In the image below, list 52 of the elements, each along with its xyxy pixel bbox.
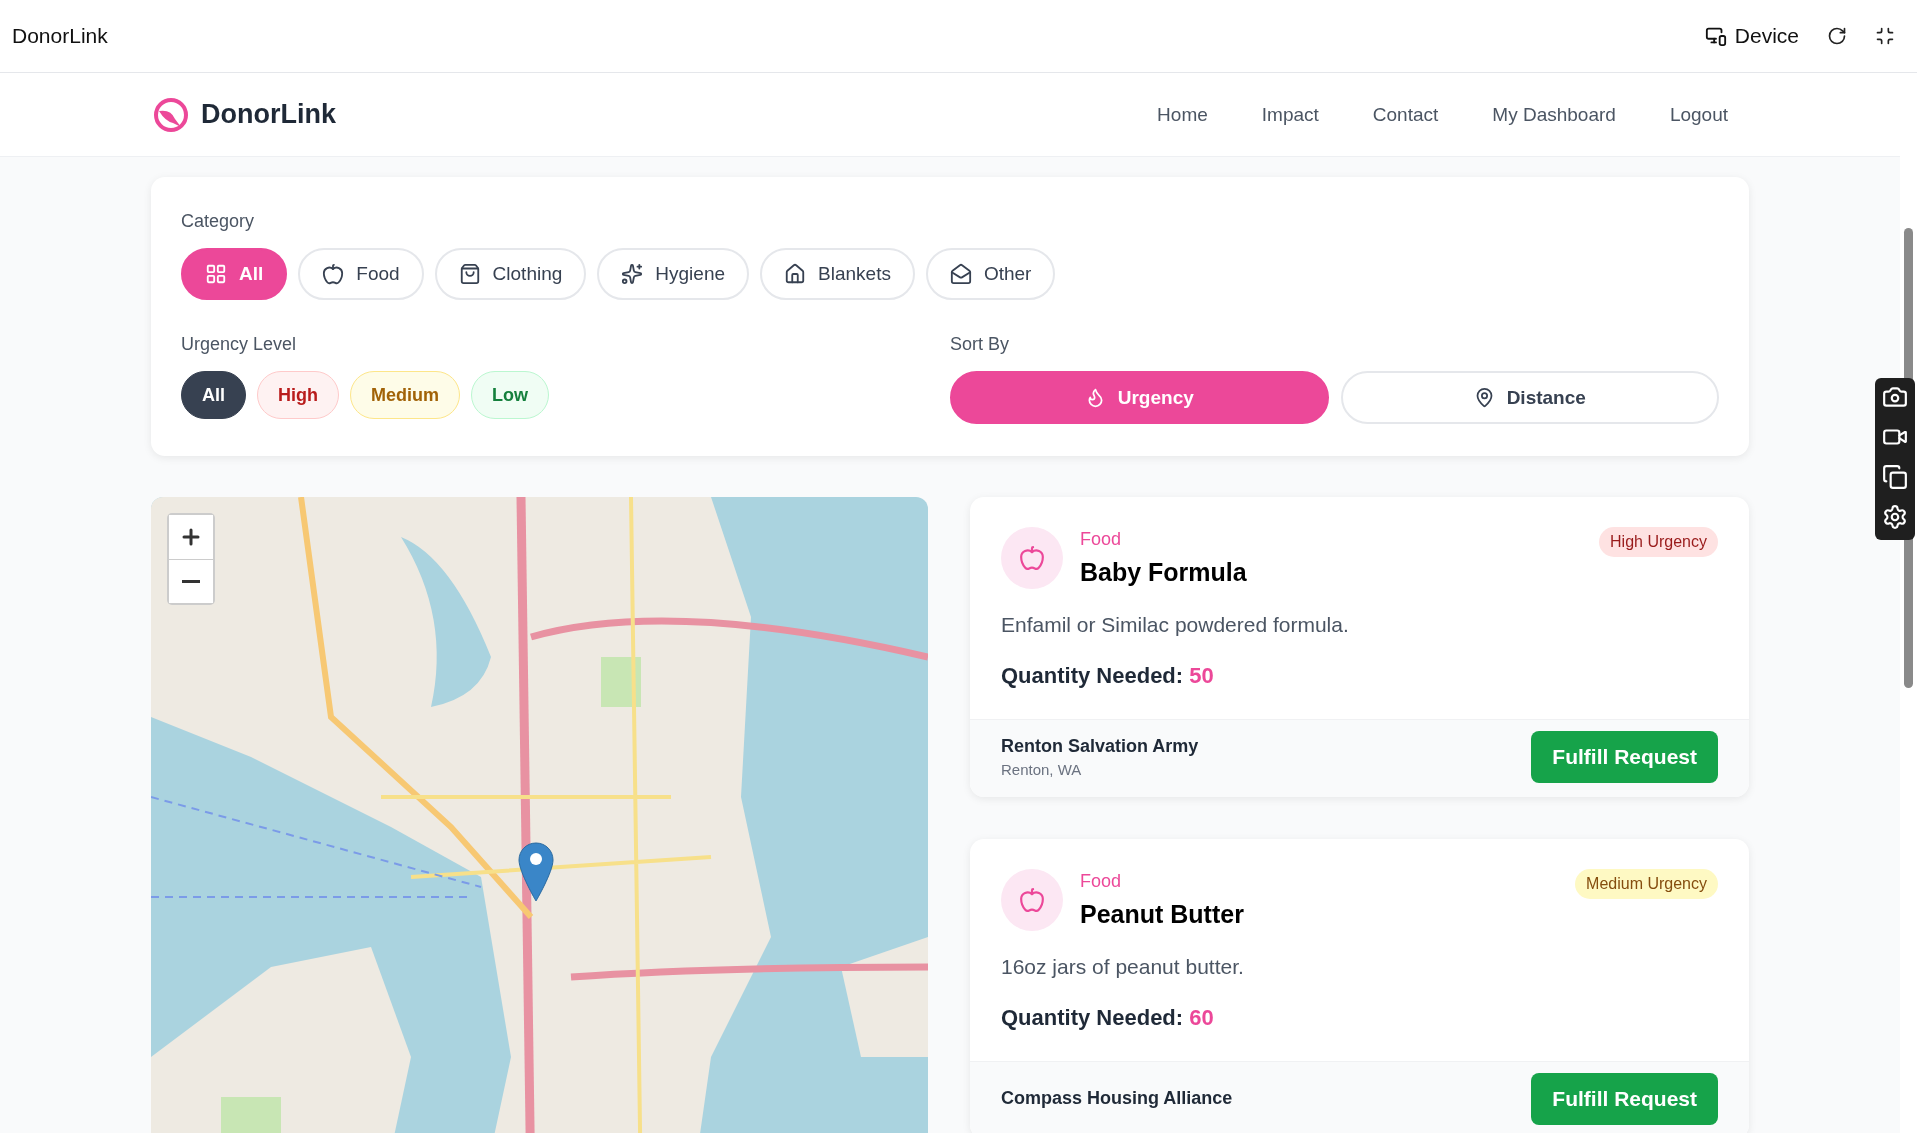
apple-icon [322,263,345,285]
organization-name: Compass Housing Alliance [1001,1088,1233,1109]
category-chip[interactable]: All [181,248,288,300]
nav-link[interactable]: Contact [1372,103,1439,126]
urgency-badge: Medium Urgency [1575,869,1718,899]
envelope-icon [949,263,972,285]
category-chip[interactable]: Hygiene [597,248,750,300]
nav-link[interactable]: My Dashboard [1492,103,1616,126]
nav-link[interactable]: Home [1157,103,1208,126]
category-label: Food [1080,871,1123,892]
urgency-chip[interactable]: High [257,371,339,419]
refresh-icon[interactable] [1827,26,1847,46]
category-chip[interactable]: Food [298,248,424,300]
category-chip[interactable]: Clothing [434,248,587,300]
sort-button[interactable]: Distance [1340,371,1719,424]
request-title: Peanut Butter [1080,900,1245,929]
filter-label: Sort By [950,334,1011,355]
urgency-chip[interactable]: Low [471,371,550,419]
grid-icon [205,263,227,285]
filter-label: Urgency Level [181,334,298,355]
nav-link[interactable]: Logout [1669,103,1728,126]
category-chip[interactable]: Other [925,248,1056,300]
request-title: Baby Formula [1080,558,1248,587]
filter-label: Category [181,211,256,232]
map-pin-icon[interactable] [518,842,554,902]
bag-icon [458,263,481,285]
device-button[interactable]: Device [1704,24,1799,48]
category-chip[interactable]: Blankets [760,248,915,300]
quantity-text: Quantity Needed: 50 [1001,663,1215,689]
nav-link[interactable]: Impact [1261,103,1319,126]
urgency-badge: High Urgency [1599,527,1718,557]
zoom-out-button[interactable] [169,559,213,603]
minimize-icon[interactable] [1875,26,1895,46]
settings-icon[interactable] [1882,504,1908,530]
sort-button[interactable]: Urgency [950,371,1329,424]
urgency-chip[interactable]: All [181,371,246,419]
camera-icon[interactable] [1882,384,1908,410]
house-icon [784,263,807,285]
minus-icon [182,580,200,583]
devices-icon [1704,25,1727,47]
request-description: 16oz jars of peanut butter. [1001,955,1245,979]
brand-name: DonorLink [201,99,336,130]
logo-icon [153,96,189,133]
windows-icon[interactable] [1882,464,1908,490]
request-description: Enfamil or Similac powdered formula. [1001,613,1350,637]
sparkles-icon [621,263,644,285]
organization-name: Renton Salvation Army [1001,735,1199,757]
quantity-text: Quantity Needed: 60 [1001,1005,1215,1031]
urgency-chip[interactable]: Medium [350,371,461,419]
category-label: Food [1080,529,1123,550]
organization-location: Renton, WA [1001,760,1083,778]
app-title: DonorLink [12,24,108,48]
